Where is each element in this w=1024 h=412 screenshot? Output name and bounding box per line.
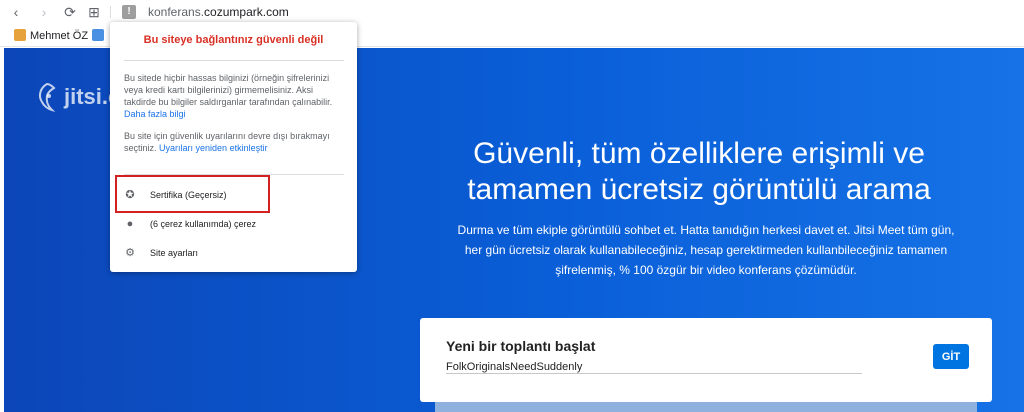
go-button[interactable]: GİT (933, 344, 969, 369)
tab-grid-icon[interactable]: ⊞ (86, 4, 102, 20)
url-subdomain: konferans. (148, 5, 205, 19)
cat-icon (14, 29, 26, 41)
not-secure-warning-icon[interactable]: ! (122, 5, 136, 19)
bookmark-mehmet-oz[interactable]: Mehmet ÖZ (14, 29, 88, 43)
cookies-row[interactable]: ● (6 çerez kullanımda) çerez (124, 215, 344, 233)
start-meeting-card: Yeni bir toplantı başlat GİT (420, 318, 992, 402)
site-settings-row[interactable]: ⚙ Site ayarları (124, 244, 344, 262)
popup-disabled-text: Bu site için güvenlik uyarılarını devre … (124, 130, 346, 154)
bookmark-label: Mehmet ÖZ (30, 30, 89, 42)
learn-more-link[interactable]: Daha fazla bilgi (124, 109, 186, 119)
start-meeting-title: Yeni bir toplantı başlat (446, 338, 596, 354)
back-icon[interactable]: ‹ (8, 4, 24, 20)
reload-icon[interactable]: ⟳ (62, 4, 78, 20)
warning-description: Bu sitede hiçbir hassas bilginizi (örneğ… (124, 73, 333, 107)
hero-title: Güvenli, tüm özelliklere erişimli ve tam… (467, 137, 931, 206)
url-domain: cozumpark.com (204, 5, 289, 19)
site-security-popup: Bu siteye bağlantınız güvenli değil Bu s… (110, 22, 357, 272)
cookies-label: (6 çerez kullanımda) çerez (150, 219, 257, 229)
reenable-warnings-link[interactable]: Uyarıları yeniden etkinleştir (159, 143, 268, 153)
bookmark-app[interactable] (92, 29, 108, 43)
cookie-icon: ● (126, 218, 134, 230)
meeting-name-input[interactable] (446, 360, 862, 374)
address-bar[interactable]: konferans.cozumpark.com (148, 5, 289, 19)
toolbar-divider (110, 6, 111, 18)
hero-subtitle: Durma ve tüm ekiple görüntülü sohbet et.… (457, 223, 955, 277)
forward-icon[interactable]: › (36, 4, 52, 20)
certificate-highlight-box (115, 175, 270, 213)
card-shadow-panel (435, 402, 977, 412)
jitsi-logo-icon (38, 82, 56, 112)
popup-warning-text: Bu sitede hiçbir hassas bilginizi (örneğ… (124, 72, 346, 120)
app-icon (92, 29, 104, 41)
jitsi-logo[interactable]: jitsi.c (34, 82, 120, 112)
popup-title: Bu siteye bağlantınız güvenli değil (143, 34, 324, 46)
popup-divider (124, 60, 344, 61)
site-settings-label: Site ayarları (150, 248, 199, 258)
gear-icon: ⚙ (125, 247, 135, 259)
